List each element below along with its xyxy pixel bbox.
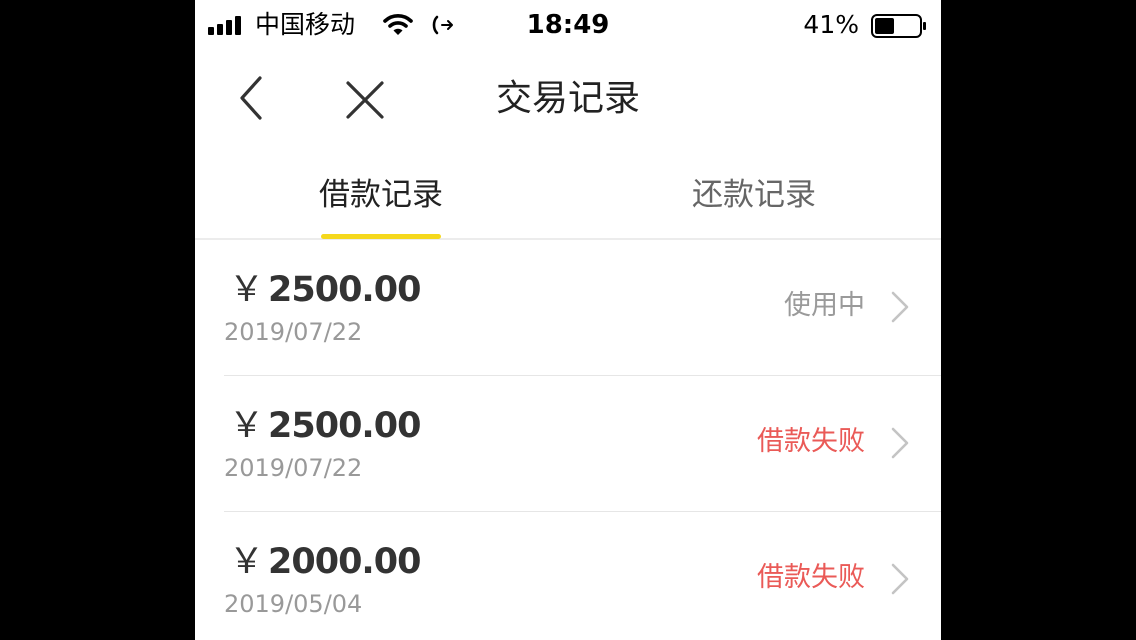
status-bar: 中国移动 18:49 41%	[195, 0, 941, 50]
record-list: ￥ 2500.00 2019/07/22 使用中 ￥ 2500.00 2019/07…	[195, 240, 941, 640]
currency-symbol: ￥	[229, 270, 265, 310]
battery-icon	[871, 14, 926, 38]
record-date: 2019/07/22	[224, 454, 363, 482]
currency-symbol: ￥	[229, 542, 265, 582]
tab-borrow-records[interactable]: 借款记录	[195, 168, 567, 222]
tab-active-indicator	[321, 234, 441, 239]
tab-repay-records[interactable]: 还款记录	[567, 168, 941, 222]
record-amount: ￥ 2000.00	[229, 540, 421, 584]
battery-percent: 41%	[803, 10, 859, 39]
record-status: 使用中	[784, 290, 865, 321]
record-amount: ￥ 2500.00	[229, 268, 421, 312]
chevron-right-icon	[891, 563, 909, 595]
record-row[interactable]: ￥ 2500.00 2019/07/22 借款失败	[195, 376, 941, 512]
phone-screen: 中国移动 18:49 41% 交易记录 借款记录 还款记录 ￥ 2500.00 …	[195, 0, 941, 640]
nav-bar: 交易记录	[195, 50, 941, 150]
record-amount: ￥ 2500.00	[229, 404, 421, 448]
currency-symbol: ￥	[229, 406, 265, 446]
chevron-right-icon	[891, 291, 909, 323]
amount-value: 2500.00	[268, 270, 421, 310]
record-row[interactable]: ￥ 2500.00 2019/07/22 使用中	[195, 240, 941, 376]
record-date: 2019/05/04	[224, 590, 363, 618]
page-title: 交易记录	[495, 78, 640, 119]
record-status: 借款失败	[757, 562, 865, 593]
record-row[interactable]: ￥ 2000.00 2019/05/04 借款失败	[195, 512, 941, 640]
amount-value: 2000.00	[268, 542, 421, 582]
chevron-right-icon	[891, 427, 909, 459]
tab-bar: 借款记录 还款记录	[195, 150, 941, 240]
record-status: 借款失败	[757, 426, 865, 457]
amount-value: 2500.00	[268, 406, 421, 446]
record-date: 2019/07/22	[224, 318, 363, 346]
